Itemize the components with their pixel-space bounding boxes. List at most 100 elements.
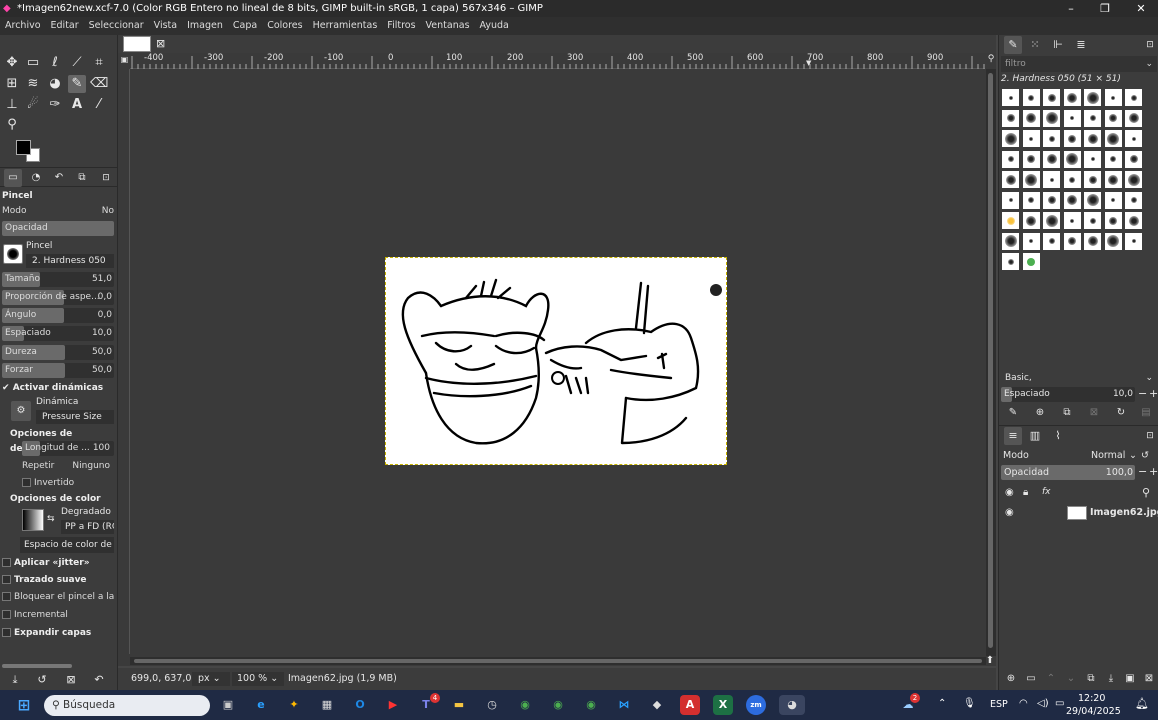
edge-icon[interactable]: e xyxy=(251,695,271,715)
zoom-fit-icon[interactable]: ⚲ xyxy=(986,54,996,68)
refresh-brushes-icon[interactable]: ↻ xyxy=(1112,404,1130,422)
menu-ayuda[interactable]: Ayuda xyxy=(475,17,514,35)
brush-preview[interactable] xyxy=(3,244,23,264)
brush-swatch[interactable] xyxy=(1103,211,1123,230)
brush-swatch[interactable] xyxy=(1062,190,1082,210)
minus-icon[interactable]: − xyxy=(1138,387,1147,400)
tool-options-tab-icon[interactable]: ▭ xyxy=(4,169,22,187)
brush-swatch[interactable] xyxy=(1083,88,1102,107)
hardness-slider[interactable]: Dureza 50,0 xyxy=(2,345,114,360)
color-space-field[interactable]: Espacio de color de la xyxy=(20,537,114,553)
brush-filter-input[interactable]: filtro ⌄ xyxy=(1001,56,1157,72)
fade-options-title[interactable]: Opciones de desvanecim xyxy=(10,427,122,454)
effects-icon[interactable]: fx xyxy=(1042,487,1051,497)
incremental-checkbox[interactable]: Incremental xyxy=(2,608,114,623)
open-brush-icon[interactable]: ▤ xyxy=(1137,404,1155,422)
device-status-tab-icon[interactable]: ◔ xyxy=(27,169,45,187)
smudge-tool-icon[interactable]: ☄ xyxy=(24,96,42,114)
brush-swatch[interactable] xyxy=(1103,129,1123,148)
repeat-row[interactable]: Repetir Ninguno xyxy=(22,459,114,474)
brush-swatch[interactable] xyxy=(1001,108,1020,128)
brush-swatch[interactable] xyxy=(1042,211,1061,230)
undo-history-tab-icon[interactable]: ↶ xyxy=(50,169,68,187)
brush-swatch[interactable] xyxy=(1103,149,1123,169)
layer-mode-switch-icon[interactable]: ↺ xyxy=(1141,449,1149,463)
brush-tag-field[interactable]: Basic, ⌄ xyxy=(1001,371,1157,385)
gradient-reverse-icon[interactable]: ⇆ xyxy=(47,514,55,524)
brush-swatch[interactable] xyxy=(1001,88,1020,107)
chrome-profile-icon[interactable]: ◉ xyxy=(548,695,568,715)
delete-brush-icon[interactable]: ⊠ xyxy=(1085,404,1103,422)
minimize-button[interactable]: – xyxy=(1054,0,1088,17)
save-options-icon[interactable]: ⤓ xyxy=(6,671,24,689)
merge-layer-icon[interactable]: ⤓ xyxy=(1102,670,1120,688)
autocad-icon[interactable]: A xyxy=(680,695,700,715)
brush-swatch[interactable] xyxy=(1083,108,1102,128)
task-view-icon[interactable]: ▣ xyxy=(218,695,238,715)
vertical-ruler[interactable] xyxy=(118,69,130,654)
brush-swatch[interactable] xyxy=(1103,88,1123,107)
brush-swatch[interactable] xyxy=(1001,170,1020,189)
edit-brush-icon[interactable]: ✎ xyxy=(1004,404,1022,422)
brush-swatch[interactable] xyxy=(1103,190,1123,210)
gimp-taskbar-icon[interactable]: ◕ xyxy=(779,695,805,715)
brush-swatch[interactable] xyxy=(1021,170,1041,189)
menu-editar[interactable]: Editar xyxy=(46,17,84,35)
chrome-profile-2-icon[interactable]: ◉ xyxy=(581,695,601,715)
battery-icon[interactable]: ▭ xyxy=(1055,698,1064,709)
raise-layer-icon[interactable]: ⌃ xyxy=(1042,670,1060,688)
plus-icon[interactable]: + xyxy=(1149,387,1158,400)
brush-swatch[interactable] xyxy=(1103,231,1123,251)
taskbar-search[interactable]: ⚲ Búsqueda xyxy=(44,695,210,716)
brush-swatch[interactable] xyxy=(1124,108,1143,128)
delete-layer-icon[interactable]: ⊠ xyxy=(1140,670,1158,688)
mode-row[interactable]: Modo No xyxy=(2,204,114,219)
chevron-up-icon[interactable]: ⌃ xyxy=(938,698,946,709)
brush-swatch[interactable] xyxy=(1042,129,1061,148)
brush-swatch[interactable] xyxy=(1083,129,1102,148)
brush-swatch[interactable] xyxy=(1124,211,1143,230)
brush-swatch[interactable] xyxy=(1062,108,1082,128)
brush-swatch[interactable] xyxy=(1001,231,1020,251)
taskbar-time[interactable]: 12:20 xyxy=(1078,693,1105,704)
fade-length-slider[interactable]: Longitud de ... 100 xyxy=(22,441,114,456)
brush-swatch[interactable] xyxy=(1124,190,1143,210)
clone-tool-icon[interactable]: ⊥ xyxy=(3,96,21,114)
brush-swatch[interactable] xyxy=(1021,231,1041,251)
brush-swatch[interactable] xyxy=(1083,170,1102,189)
brush-swatch[interactable] xyxy=(1062,231,1082,251)
configure-dock-icon[interactable]: ⊡ xyxy=(1141,36,1158,54)
menu-archivo[interactable]: Archivo xyxy=(0,17,46,35)
brush-swatch[interactable] xyxy=(1124,149,1143,169)
crop-tool-icon[interactable]: ⌗ xyxy=(90,54,108,72)
notifications-icon[interactable]: 🔔︎ xyxy=(1135,697,1149,710)
search-icon[interactable]: ⚲ xyxy=(1142,486,1150,499)
brush-swatch[interactable] xyxy=(1042,170,1061,189)
brush-swatch[interactable] xyxy=(1001,252,1020,271)
brush-swatch[interactable] xyxy=(1001,129,1020,148)
menu-filtros[interactable]: Filtros xyxy=(382,17,420,35)
lock-brush-checkbox[interactable]: Bloquear el pincel a la v xyxy=(2,590,114,605)
configure-layers-icon[interactable]: ⊡ xyxy=(1141,427,1158,445)
layer-mode-row[interactable]: Modo Normal ⌄ ↺ xyxy=(1003,449,1157,463)
store-icon[interactable]: ▦ xyxy=(317,695,337,715)
reset-options-icon[interactable]: ↶ xyxy=(90,671,108,689)
vscode-icon[interactable]: ⋈ xyxy=(614,695,634,715)
dynamics-icon[interactable]: ⚙ xyxy=(11,401,31,421)
smooth-checkbox[interactable]: Trazado suave xyxy=(2,573,114,588)
menu-vista[interactable]: Vista xyxy=(149,17,182,35)
jitter-checkbox[interactable]: Aplicar «jitter» xyxy=(2,556,114,571)
brush-swatch[interactable] xyxy=(1042,231,1061,251)
eraser-tool-icon[interactable]: ⌫ xyxy=(90,75,108,93)
file-explorer-icon[interactable]: ▬ xyxy=(449,695,469,715)
language-indicator[interactable]: ESP xyxy=(990,699,1008,710)
excel-icon[interactable]: X xyxy=(713,695,733,715)
paths-tool-icon[interactable]: ✑ xyxy=(46,96,64,114)
horizontal-ruler[interactable]: -400 -300 -200 -100 0 100 200 300 400 50… xyxy=(130,53,985,69)
brush-swatch[interactable] xyxy=(1021,211,1041,230)
duplicate-layer-icon[interactable]: ⧉ xyxy=(1082,670,1100,688)
fuzzy-select-tool-icon[interactable]: ⟋ xyxy=(68,54,86,72)
gradient-field[interactable]: PP a FD (RG xyxy=(61,520,114,534)
unit-select[interactable]: px ⌄ xyxy=(192,672,230,686)
paths-tab-icon[interactable]: ⌇ xyxy=(1049,427,1067,445)
